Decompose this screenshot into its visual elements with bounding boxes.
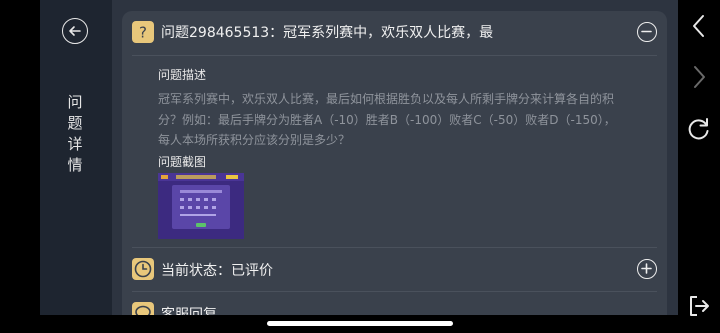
main-content: ? 问题298465513：冠军系列赛中，欢乐双人比赛，最 问题描述 冠军系列赛… — [112, 0, 678, 315]
page-title: 问题详情 — [67, 93, 83, 174]
chevron-right-icon — [694, 66, 705, 88]
question-title: 问题298465513：冠军系列赛中，欢乐双人比赛，最 — [161, 25, 494, 41]
status-text: 当前状态：已评价 — [161, 263, 273, 279]
home-indicator — [267, 321, 453, 326]
reply-row[interactable]: 客服回复 — [122, 293, 667, 315]
question-card: ? 问题298465513：冠军系列赛中，欢乐双人比赛，最 问题描述 冠军系列赛… — [122, 11, 667, 315]
svg-text:?: ? — [139, 24, 147, 42]
question-header[interactable]: ? 问题298465513：冠军系列赛中，欢乐双人比赛，最 — [122, 11, 667, 51]
refresh-button[interactable] — [686, 116, 712, 142]
divider — [132, 291, 657, 292]
expand-button[interactable] — [637, 259, 657, 279]
divider — [132, 247, 657, 248]
reply-text: 客服回复 — [161, 307, 217, 315]
side-nav: 问题详情 — [40, 0, 112, 315]
browser-controls — [678, 0, 720, 333]
screenshot-label: 问题截图 — [158, 155, 207, 169]
status-row[interactable]: 当前状态：已评价 — [122, 249, 667, 289]
back-arrow-icon — [69, 26, 81, 36]
desc-text: 冠军系列赛中，欢乐双人比赛，最后如何根据胜负以及每人所剩手牌分来计算各自的积分？… — [158, 92, 616, 147]
exit-button[interactable] — [686, 293, 712, 319]
desc-label: 问题描述 — [158, 68, 207, 82]
screenshot-thumbnail[interactable] — [158, 173, 244, 239]
collapse-button[interactable] — [637, 22, 657, 42]
chevron-left-icon — [693, 15, 704, 37]
chat-icon — [132, 302, 154, 315]
clock-icon — [132, 258, 154, 280]
plus-icon — [641, 263, 652, 274]
divider — [132, 55, 657, 56]
back-button[interactable] — [62, 18, 88, 44]
left-black-area — [0, 0, 40, 333]
exit-icon — [690, 296, 709, 316]
nav-forward-button[interactable] — [686, 64, 712, 90]
question-mark-icon: ? — [132, 21, 154, 43]
nav-back-button[interactable] — [686, 13, 712, 39]
refresh-icon — [688, 118, 709, 140]
minus-icon — [641, 30, 652, 33]
